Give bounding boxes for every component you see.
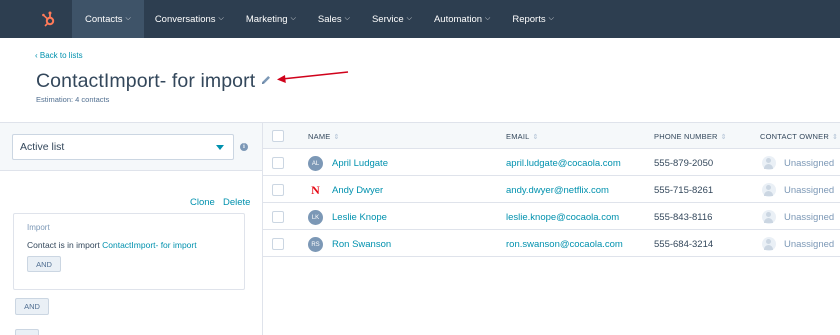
list-type-value: Active list (20, 141, 65, 153)
page-title: ContactImport- for import (36, 70, 256, 92)
filter-panel: Active list i Clone Delete Import Contac… (0, 122, 263, 335)
column-header-owner[interactable]: CONTACT OWNER ⇕ (760, 132, 838, 141)
pencil-edit-icon[interactable] (260, 73, 272, 85)
red-arrow-annotation-icon (277, 71, 349, 83)
contact-name-link[interactable]: Andy Dwyer (332, 185, 383, 196)
chevron-down-icon: ⌵ (218, 15, 224, 22)
contact-name-link[interactable]: Ron Swanson (332, 239, 391, 250)
column-header-email[interactable]: EMAIL ⇕ (506, 132, 539, 141)
user-placeholder-icon (762, 237, 776, 251)
nav-marketing[interactable]: Marketing ⌵ (235, 0, 307, 38)
select-all-checkbox[interactable] (272, 130, 284, 142)
caret-down-icon (216, 145, 224, 150)
chevron-down-icon: ⌵ (344, 15, 350, 22)
back-to-lists-link[interactable]: ‹ Back to lists (35, 51, 83, 60)
hubspot-logo-icon[interactable] (26, 0, 72, 38)
table-row[interactable]: RS Ron Swanson ron.swanson@cocaola.com 5… (263, 231, 840, 257)
filter-title: Import (27, 223, 50, 232)
row-checkbox[interactable] (272, 211, 284, 223)
and-group-button[interactable]: AND (15, 298, 49, 315)
contacts-table: NAME ⇕ EMAIL ⇕ PHONE NUMBER ⇕ CONTACT OWNER… (263, 122, 840, 335)
nav-reports[interactable]: Reports ⌵ (501, 0, 565, 38)
chevron-down-icon: ⌵ (290, 15, 296, 22)
table-row[interactable]: AL April Ludgate april.ludgate@cocaola.c… (263, 150, 840, 176)
nav-automation[interactable]: Automation ⌵ (423, 0, 501, 38)
chevron-down-icon: ⌵ (406, 15, 412, 22)
nav-conversations[interactable]: Conversations ⌵ (144, 0, 235, 38)
contact-email-link[interactable]: andy.dwyer@netflix.com (506, 185, 609, 196)
row-checkbox[interactable] (272, 184, 284, 196)
filter-description: Contact is in import ContactImport- for … (27, 240, 197, 250)
chevron-down-icon: ⌵ (125, 15, 131, 22)
column-header-phone[interactable]: PHONE NUMBER ⇕ (654, 132, 727, 141)
contact-phone: 555-715-8261 (654, 185, 714, 196)
filter-card[interactable]: Import Contact is in import ContactImpor… (13, 213, 245, 290)
contact-name-link[interactable]: April Ludgate (332, 158, 388, 169)
avatar: LK (308, 210, 323, 225)
table-header: NAME ⇕ EMAIL ⇕ PHONE NUMBER ⇕ CONTACT OWNER… (263, 122, 840, 149)
delete-link[interactable]: Delete (223, 197, 250, 208)
sort-icon: ⇕ (333, 134, 340, 141)
netflix-logo-icon: N (311, 183, 320, 197)
info-icon[interactable]: i (240, 143, 248, 151)
contact-phone: 555-843-8116 (654, 212, 713, 223)
list-type-bar: Active list i (0, 123, 262, 171)
row-checkbox[interactable] (272, 157, 284, 169)
user-placeholder-icon (762, 156, 776, 170)
table-row[interactable]: LK Leslie Knope leslie.knope@cocaola.com… (263, 204, 840, 230)
contact-email-link[interactable]: leslie.knope@cocaola.com (506, 212, 619, 223)
table-row[interactable]: N Andy Dwyer andy.dwyer@netflix.com 555-… (263, 177, 840, 203)
avatar: AL (308, 156, 323, 171)
chevron-down-icon: ⌵ (548, 15, 554, 22)
column-header-name[interactable]: NAME ⇕ (308, 132, 340, 141)
contact-owner: Unassigned (784, 212, 835, 223)
contact-owner: Unassigned (784, 185, 835, 196)
top-nav: Contacts ⌵ Conversations ⌵ Marketing ⌵ Sale… (0, 0, 840, 38)
contact-name-link[interactable]: Leslie Knope (332, 212, 387, 223)
chevron-down-icon: ⌵ (485, 15, 491, 22)
estimation-text: Estimation: 4 contacts (36, 95, 110, 104)
user-placeholder-icon (762, 183, 776, 197)
contact-phone: 555-879-2050 (654, 158, 714, 169)
avatar: RS (308, 237, 323, 252)
nav-contacts[interactable]: Contacts ⌵ (72, 0, 144, 38)
sort-icon: ⇕ (532, 134, 539, 141)
list-type-select[interactable]: Active list (12, 134, 234, 160)
contact-owner: Unassigned (784, 239, 835, 250)
contact-email-link[interactable]: ron.swanson@cocaola.com (506, 239, 623, 250)
contact-owner: Unassigned (784, 158, 835, 169)
clone-link[interactable]: Clone (190, 197, 215, 208)
row-checkbox[interactable] (272, 238, 284, 250)
contact-phone: 555-684-3214 (654, 239, 714, 250)
or-button[interactable] (15, 329, 39, 335)
user-placeholder-icon (762, 210, 776, 224)
nav-sales[interactable]: Sales ⌵ (307, 0, 361, 38)
import-link[interactable]: ContactImport- for import (102, 240, 196, 250)
sort-icon: ⇕ (832, 134, 839, 141)
nav-service[interactable]: Service ⌵ (361, 0, 423, 38)
sort-icon: ⇕ (720, 134, 727, 141)
contact-email-link[interactable]: april.ludgate@cocaola.com (506, 158, 621, 169)
and-button[interactable]: AND (27, 256, 61, 272)
